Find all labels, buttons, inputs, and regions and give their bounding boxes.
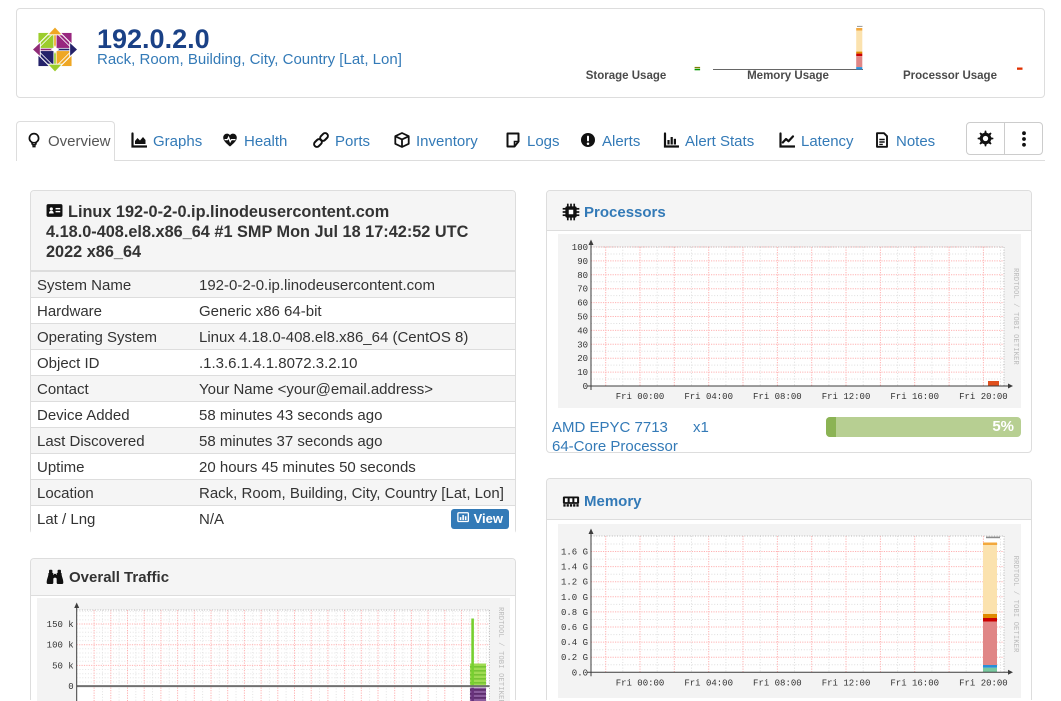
svg-text:0.8 G: 0.8 G bbox=[561, 608, 588, 618]
svg-text:10: 10 bbox=[577, 368, 588, 378]
svg-text:RRDTOOL / TOBI OETIKER: RRDTOOL / TOBI OETIKER bbox=[1011, 556, 1019, 653]
svg-text:Fri 12:00: Fri 12:00 bbox=[822, 392, 871, 402]
svg-text:Fri 08:00: Fri 08:00 bbox=[753, 678, 802, 688]
svg-text:150 k: 150 k bbox=[47, 620, 74, 630]
svg-text:0.6 G: 0.6 G bbox=[561, 623, 588, 633]
svg-text:60: 60 bbox=[577, 299, 588, 309]
svg-text:Fri 00:00: Fri 00:00 bbox=[616, 392, 665, 402]
svg-text:1.0 G: 1.0 G bbox=[561, 593, 588, 603]
svg-text:RRDTOOL / TOBI OETIKER: RRDTOOL / TOBI OETIKER bbox=[496, 607, 504, 701]
svg-text:0.0: 0.0 bbox=[572, 668, 588, 678]
svg-text:100: 100 bbox=[572, 243, 588, 253]
svg-text:Fri 08:00: Fri 08:00 bbox=[753, 392, 802, 402]
svg-text:100 k: 100 k bbox=[47, 641, 74, 651]
svg-text:0: 0 bbox=[68, 682, 73, 692]
svg-text:50 k: 50 k bbox=[52, 661, 74, 671]
svg-text:Fri 16:00: Fri 16:00 bbox=[890, 392, 939, 402]
svg-text:1.2 G: 1.2 G bbox=[561, 578, 588, 588]
svg-text:30: 30 bbox=[577, 340, 588, 350]
svg-text:Fri 00:00: Fri 00:00 bbox=[616, 678, 665, 688]
svg-text:70: 70 bbox=[577, 285, 588, 295]
svg-text:Fri 12:00: Fri 12:00 bbox=[822, 678, 871, 688]
svg-text:80: 80 bbox=[577, 271, 588, 281]
svg-text:20: 20 bbox=[577, 354, 588, 364]
svg-text:50: 50 bbox=[577, 313, 588, 323]
svg-text:90: 90 bbox=[577, 257, 588, 267]
svg-text:1.6 G: 1.6 G bbox=[561, 548, 588, 558]
svg-text:Fri 20:00: Fri 20:00 bbox=[959, 678, 1008, 688]
svg-text:1.4 G: 1.4 G bbox=[561, 563, 588, 573]
svg-text:Fri 04:00: Fri 04:00 bbox=[684, 392, 733, 402]
svg-text:40: 40 bbox=[577, 326, 588, 336]
svg-text:Fri 04:00: Fri 04:00 bbox=[684, 678, 733, 688]
svg-text:0: 0 bbox=[583, 382, 588, 392]
svg-text:0.2 G: 0.2 G bbox=[561, 653, 588, 663]
svg-text:Fri 16:00: Fri 16:00 bbox=[890, 678, 939, 688]
svg-text:RRDTOOL / TOBI OETIKER: RRDTOOL / TOBI OETIKER bbox=[1011, 268, 1019, 365]
svg-text:0.4 G: 0.4 G bbox=[561, 638, 588, 648]
svg-text:Fri 20:00: Fri 20:00 bbox=[959, 392, 1008, 402]
